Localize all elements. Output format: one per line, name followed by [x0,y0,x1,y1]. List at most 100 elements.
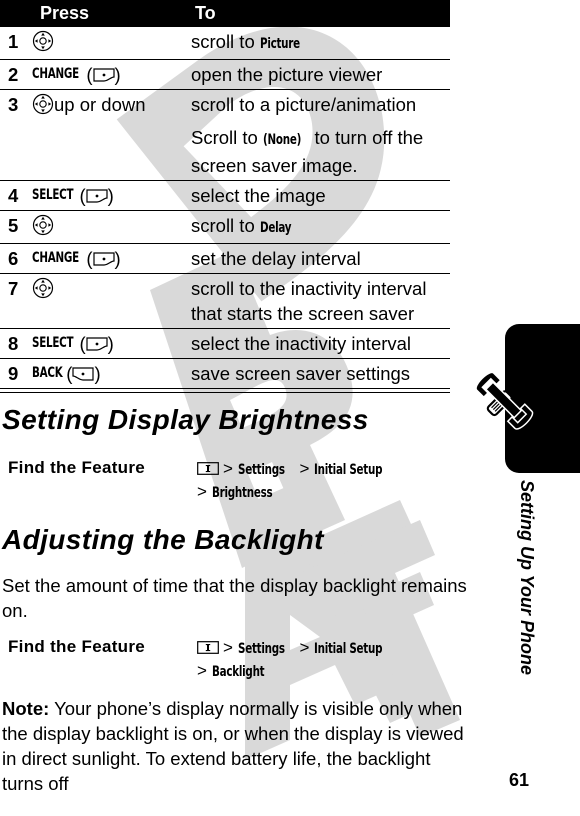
menu-key-icon [197,462,219,475]
right-soft-key-icon [92,68,115,82]
note-label: Note: [2,698,50,719]
action-text-pre: scroll to a picture/animation [191,94,417,115]
find-feature-backlight: Find the Feature > Settings > Initial Se… [8,637,448,683]
tools-icon [475,371,534,430]
action-text-pre: scroll to [191,31,260,52]
action-text: scroll to a picture/animation [191,92,450,117]
backlight-intro: Set the amount of time that the display … [2,575,467,621]
softkey-paren: () [74,333,114,354]
table-row: 7 scroll to the inactivity interval that … [0,274,450,329]
table-row: 3 up or down scroll to a picture/animatio… [0,90,450,181]
table-row: 8 SELECT () select the inactivity interval [0,329,450,359]
path-separator: > [223,459,238,478]
right-soft-key-icon [86,189,108,203]
action-text-pre: save screen saver settings [191,363,411,384]
menu-path-item: Settings [237,462,285,478]
find-feature-brightness: Find the Feature > Settings > Initial Se… [8,458,448,504]
path-separator: > [197,482,212,501]
softkey-paren: () [81,64,121,85]
action-text: scroll to Picture [191,29,450,57]
chapter-title: Setting Up Your Phone [517,480,537,676]
action-text-pre: set the delay interval [191,248,361,269]
left-soft-key-icon [72,367,95,381]
to-cell: scroll to a picture/animation Scroll to (… [191,92,450,178]
to-cell: scroll to Delay [191,213,450,241]
softkey-label: CHANGE [32,250,79,266]
press-cell [28,276,191,326]
softkey-paren: () [74,185,114,206]
right-soft-key-icon [86,337,108,351]
softkey-label: SELECT [32,335,74,351]
note-text: Your phone’s display normally is visible… [2,698,464,794]
menu-path-item: Settings [237,641,285,657]
action-text: set the delay interval [191,246,450,271]
action-text: scroll to Delay [191,213,450,241]
press-cell: BACK () [28,361,191,386]
action-text: save screen saver settings [191,361,450,386]
table-bottom-rule [0,389,450,393]
press-cell [28,213,191,241]
step-number: 8 [8,333,19,354]
menu-path-backlight: > Settings > Initial Setup > Backlight [197,637,448,683]
header-press: Press [40,3,90,23]
to-cell: open the picture viewer [191,62,450,87]
menu-path-brightness: > Settings > Initial Setup > Brightness [197,458,448,504]
page-number: 61 [509,770,530,790]
press-cell: SELECT () [28,183,191,208]
action-text: select the image [191,183,450,208]
find-feature-label: Find the Feature [8,458,146,477]
action-text-pre: select the inactivity interval [191,333,412,354]
section-heading-brightness: Setting Display Brightness [2,404,369,435]
menu-path-item: Backlight [211,664,265,680]
action-text: select the inactivity interval [191,331,450,356]
menu-path-item: Brightness [211,485,273,501]
menu-item-keyword: Delay [259,220,292,236]
header-to: To [195,3,216,23]
path-separator: > [294,459,315,478]
press-cell: CHANGE () [28,246,191,271]
action-text-pre: scroll to the inactivity interval that s… [191,278,427,324]
step-number: 6 [8,248,19,269]
nav-key-icon [32,93,54,115]
softkey-label: CHANGE [32,66,79,82]
action-text-pre: select the image [191,185,326,206]
press-cell: up or down [28,92,191,178]
to-cell: select the inactivity interval [191,331,450,356]
nav-key-icon [32,30,54,52]
table-row: 4 SELECT () select the image [0,181,450,211]
to-cell: scroll to Picture [191,29,450,57]
note-paragraph: Note: Your phone’s display normally is v… [2,696,472,796]
table-header: Press To [0,0,450,27]
table-body: 1 scroll to Picture 2 CHANGE () open the pic… [0,27,450,389]
step-number: 7 [8,278,19,299]
press-cell [28,29,191,57]
manual-page: Press To 1 scroll to Picture 2 CHANGE () ope… [0,0,580,816]
menu-path-item: Initial Setup [314,462,383,478]
softkey-paren: () [61,363,101,384]
press-text: up or down [54,94,146,115]
right-soft-key-icon [92,252,115,266]
step-number: 4 [8,185,19,206]
menu-key-icon [197,641,219,654]
softkey-paren: () [81,248,121,269]
path-separator: > [294,638,315,657]
step-number: 3 [8,94,19,115]
action-text: scroll to the inactivity interval that s… [191,276,450,326]
nav-key-icon [32,214,54,236]
to-cell: set the delay interval [191,246,450,271]
table-row: 6 CHANGE () set the delay interval [0,244,450,274]
screen-saver-steps-table: Press To 1 scroll to Picture 2 CHANGE () ope… [0,0,450,393]
menu-item-keyword: Picture [259,36,300,52]
to-cell: scroll to the inactivity interval that s… [191,276,450,326]
table-row: 2 CHANGE () open the picture viewer [0,60,450,90]
step-number: 2 [8,64,19,85]
to-cell: save screen saver settings [191,361,450,386]
press-cell: SELECT () [28,331,191,356]
step-number: 9 [8,363,19,384]
path-separator: > [197,661,212,680]
action-text-pre: open the picture viewer [191,64,383,85]
softkey-label: BACK [32,365,63,381]
table-row: 5 scroll to Delay [0,211,450,244]
menu-item-keyword: (None) [262,132,302,148]
action-text-pre: scroll to [191,215,260,236]
